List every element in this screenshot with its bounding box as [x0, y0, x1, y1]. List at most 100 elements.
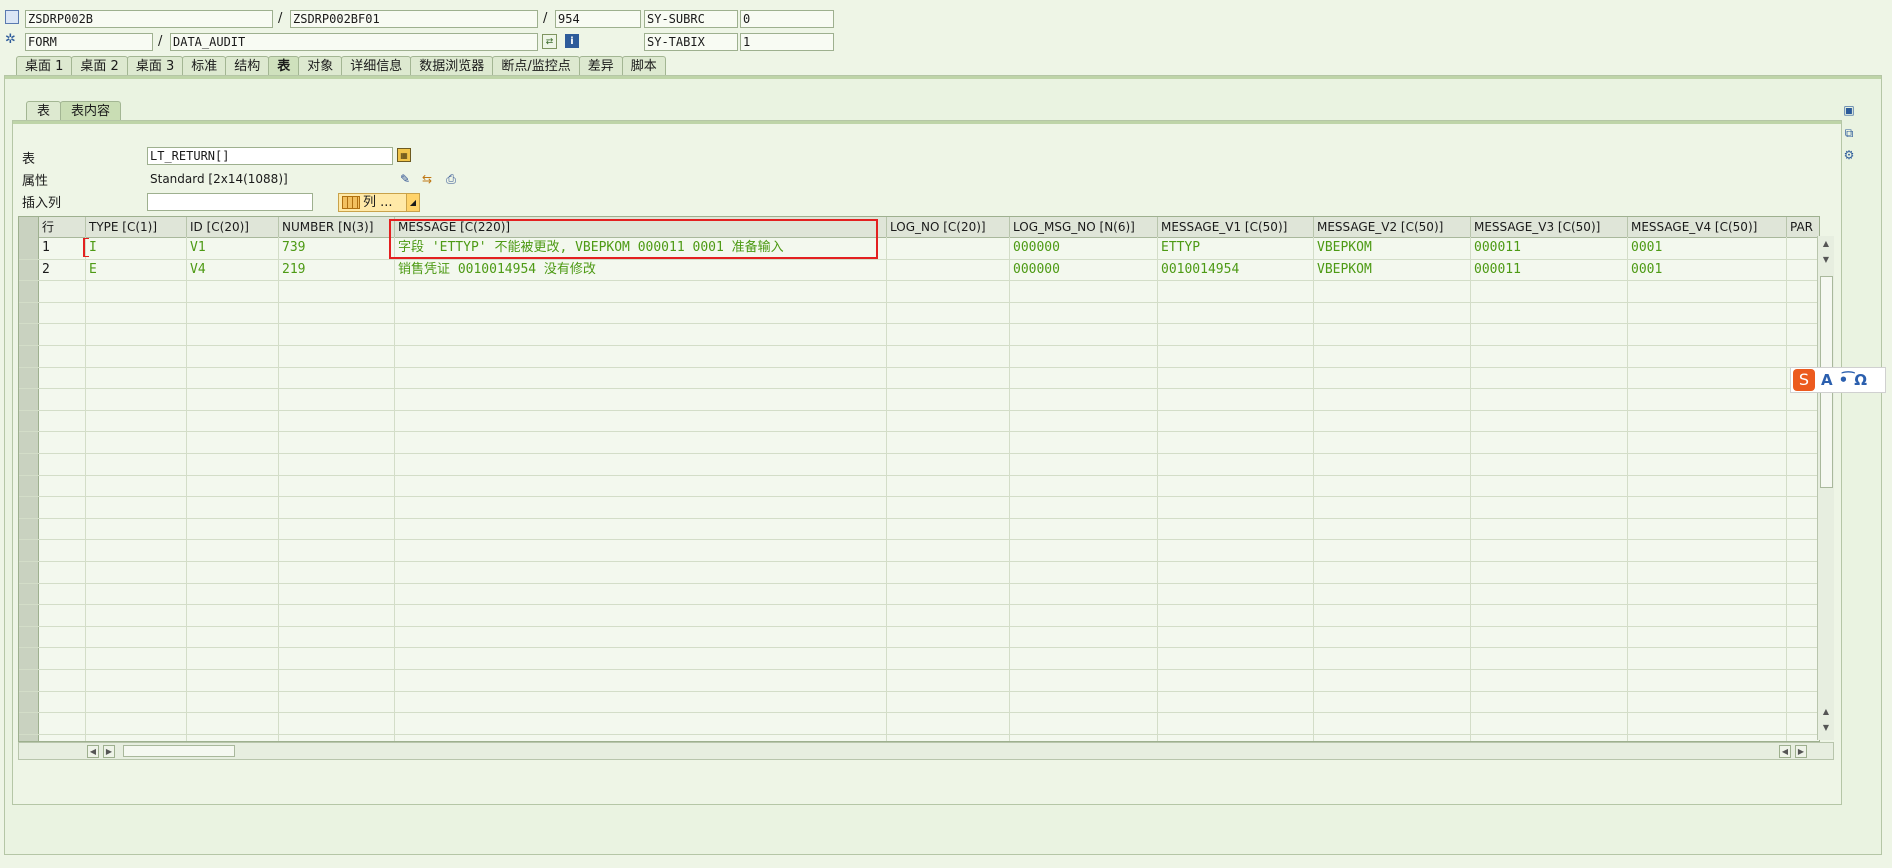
tab-0[interactable]: 桌面 1: [16, 56, 73, 75]
tab-2[interactable]: 桌面 3: [126, 56, 184, 75]
ime-lang-icon[interactable]: A: [1821, 371, 1833, 389]
column-divider: [1009, 237, 1010, 741]
column-header[interactable]: TYPE [C(1)]: [86, 217, 187, 237]
table-cell[interactable]: V4: [187, 259, 279, 280]
scroll-up-icon[interactable]: ▲: [1820, 238, 1832, 251]
sysvalue-2[interactable]: 1: [740, 33, 834, 51]
table-cell[interactable]: I: [86, 237, 187, 258]
sysvalue-1[interactable]: 0: [740, 10, 834, 28]
table-cell[interactable]: 1: [39, 237, 86, 258]
column-header[interactable]: PAR: [1787, 217, 1819, 237]
table-cell[interactable]: [1787, 259, 1819, 280]
vertical-scrollbar[interactable]: ▲ ▼ ▲ ▼: [1817, 236, 1834, 740]
table-cell[interactable]: 0010014954: [1158, 259, 1314, 280]
transfer-icon[interactable]: ⇆: [419, 171, 435, 187]
event-name-field[interactable]: DATA_AUDIT: [170, 33, 538, 51]
chevron-down-icon[interactable]: ◢: [406, 194, 419, 211]
row-divider: [19, 431, 1819, 432]
scroll-left-icon[interactable]: ◀: [1779, 745, 1791, 758]
row-divider: [19, 496, 1819, 497]
print-icon[interactable]: ⎙: [443, 171, 459, 187]
scroll-right-icon[interactable]: ▶: [1795, 745, 1807, 758]
scroll-left-icon[interactable]: ◀: [87, 745, 99, 758]
table-cell[interactable]: 000011: [1471, 237, 1628, 258]
table-cell[interactable]: 000000: [1010, 237, 1158, 258]
table-cell[interactable]: 739: [279, 237, 395, 258]
tab-11[interactable]: 脚本: [621, 56, 666, 75]
table-cell[interactable]: 000011: [1471, 259, 1628, 280]
tab-7[interactable]: 详细信息: [341, 56, 412, 75]
table-cell[interactable]: [1787, 237, 1819, 258]
column-header[interactable]: MESSAGE_V4 [C(50)]: [1628, 217, 1787, 237]
row-divider: [19, 691, 1819, 692]
new-item-icon[interactable]: ▣: [1840, 103, 1858, 119]
navigate-icon[interactable]: ⇄: [542, 34, 557, 49]
subtab-1[interactable]: 表内容: [60, 101, 122, 120]
cell-cursor: [83, 238, 89, 257]
scroll-right-icon[interactable]: ▶: [103, 745, 115, 758]
row-divider: [19, 280, 1819, 281]
column-header[interactable]: LOG_MSG_NO [N(6)]: [1010, 217, 1158, 237]
column-header[interactable]: NUMBER [N(3)]: [279, 217, 395, 237]
table-cell[interactable]: [887, 237, 1010, 258]
program-field[interactable]: ZSDRP002B: [25, 10, 273, 28]
table-label: 表: [22, 152, 36, 167]
row-divider: [19, 367, 1819, 368]
row-selector-column[interactable]: [19, 217, 39, 741]
edit-icon[interactable]: ✎: [397, 171, 413, 187]
tab-5[interactable]: 表: [268, 56, 300, 75]
table-cell[interactable]: VBEPKOM: [1314, 237, 1471, 258]
subtab-0[interactable]: 表: [26, 101, 62, 120]
event-type-field[interactable]: FORM: [25, 33, 153, 51]
line-field[interactable]: 954: [555, 10, 641, 28]
column-header[interactable]: ID [C(20)]: [187, 217, 279, 237]
tab-4[interactable]: 结构: [225, 56, 270, 75]
table-select-icon[interactable]: ▦: [397, 148, 411, 162]
table-cell[interactable]: V1: [187, 237, 279, 258]
scroll-down-icon[interactable]: ▼: [1820, 722, 1832, 735]
tab-1[interactable]: 桌面 2: [71, 56, 128, 75]
table-cell[interactable]: 000000: [1010, 259, 1158, 280]
column-divider: [1470, 237, 1471, 741]
ime-toolbar[interactable]: S A •͡ Ω: [1790, 367, 1886, 393]
settings-icon[interactable]: ⚙: [1840, 148, 1858, 164]
tab-6[interactable]: 对象: [298, 56, 343, 75]
sysfield-1[interactable]: SY-SUBRC: [644, 10, 738, 28]
ime-punct-icon[interactable]: •͡: [1839, 371, 1849, 389]
table-cell[interactable]: 219: [279, 259, 395, 280]
tab-10[interactable]: 差异: [578, 56, 623, 75]
table-cell[interactable]: 2: [39, 259, 86, 280]
include-field[interactable]: ZSDRP002BF01: [290, 10, 538, 28]
info-icon[interactable]: i: [565, 34, 579, 48]
scroll-down-icon[interactable]: ▲: [1820, 706, 1832, 719]
columns-button-label: 列 ...: [363, 195, 393, 210]
table-cell[interactable]: 销售凭证 0010014954 没有修改: [395, 259, 887, 280]
table-cell[interactable]: ETTYP: [1158, 237, 1314, 258]
attribute-label: 属性: [22, 174, 49, 189]
grid-header: 行 TYPE [C(1)] ID [C(20)] NUMBER [N(3)] MESSA…: [19, 217, 1819, 238]
sysfield-2[interactable]: SY-TABIX: [644, 33, 738, 51]
scroll-up-icon[interactable]: ▼: [1820, 254, 1832, 267]
table-cell[interactable]: [887, 259, 1010, 280]
ime-symbol-icon[interactable]: Ω: [1854, 371, 1867, 389]
column-header[interactable]: 行: [39, 217, 86, 237]
tab-3[interactable]: 标准: [182, 56, 227, 75]
column-divider: [886, 237, 887, 741]
columns-button[interactable]: 列 ... ◢: [338, 193, 420, 212]
table-name-input[interactable]: LT_RETURN[]: [147, 147, 393, 165]
copy-icon[interactable]: ⧉: [1840, 126, 1858, 142]
column-header[interactable]: MESSAGE_V2 [C(50)]: [1314, 217, 1471, 237]
table-cell[interactable]: 0001: [1628, 237, 1787, 258]
column-header[interactable]: LOG_NO [C(20)]: [887, 217, 1010, 237]
tab-9[interactable]: 断点/监控点: [492, 56, 580, 75]
horizontal-scrollbar[interactable]: ◀ ▶ ◀ ▶: [18, 742, 1834, 760]
scroll-thumb[interactable]: [123, 745, 235, 757]
table-cell[interactable]: 0001: [1628, 259, 1787, 280]
columns-icon: [342, 196, 360, 209]
column-header[interactable]: MESSAGE_V1 [C(50)]: [1158, 217, 1314, 237]
column-header[interactable]: MESSAGE_V3 [C(50)]: [1471, 217, 1628, 237]
tab-8[interactable]: 数据浏览器: [410, 56, 494, 75]
table-cell[interactable]: VBEPKOM: [1314, 259, 1471, 280]
table-cell[interactable]: E: [86, 259, 187, 280]
insert-column-input[interactable]: [147, 193, 313, 211]
